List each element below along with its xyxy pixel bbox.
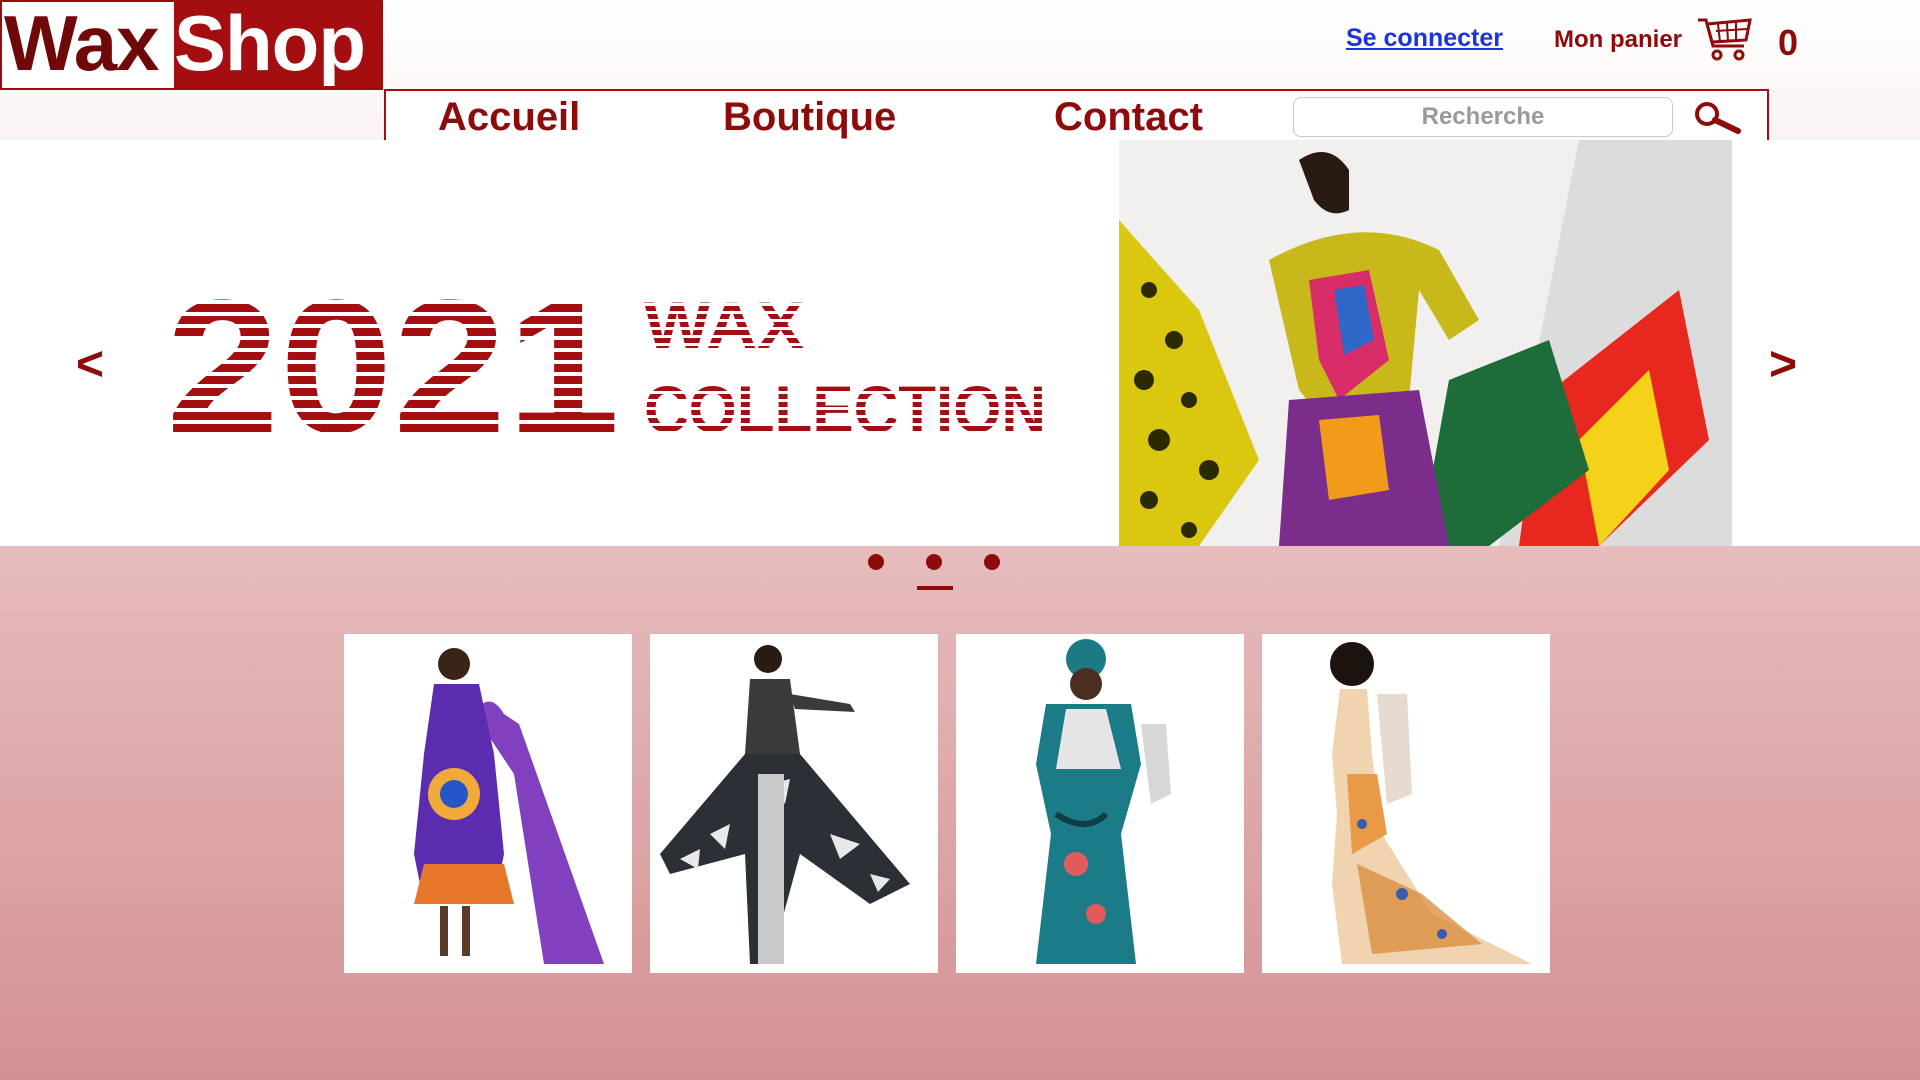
hero-year: 2021	[166, 292, 620, 434]
carousel-prev-button[interactable]: <	[76, 340, 104, 390]
nav-accueil[interactable]: Accueil	[438, 95, 580, 139]
product-card-1[interactable]	[344, 634, 632, 973]
logo-text-shop: Shop	[174, 2, 381, 88]
product-card-2[interactable]	[650, 634, 938, 973]
purple-wax-dress-photo	[344, 634, 632, 973]
svg-text:WAX: WAX	[644, 290, 804, 362]
shopping-cart-icon[interactable]	[1696, 14, 1754, 62]
active-slide-indicator	[917, 586, 953, 590]
brand-logo[interactable]: Wax Shop	[0, 0, 383, 90]
fashion-model-photo	[1119, 140, 1732, 546]
teal-wax-dress-photo	[956, 634, 1244, 973]
orange-mermaid-gown-photo	[1262, 634, 1550, 973]
nav-boutique[interactable]: Boutique	[723, 95, 896, 139]
search-icon[interactable]	[1692, 101, 1742, 135]
login-link[interactable]: Se connecter	[1346, 24, 1503, 53]
carousel-dot-1[interactable]	[868, 554, 884, 570]
product-card-4[interactable]	[1262, 634, 1550, 973]
carousel-dot-2[interactable]	[926, 554, 942, 570]
carousel-indicators	[860, 554, 1000, 594]
product-card-3[interactable]	[956, 634, 1244, 973]
carousel-dot-3[interactable]	[984, 554, 1000, 570]
cart-label[interactable]: Mon panier	[1554, 26, 1682, 54]
logo-text-wax: Wax	[4, 0, 160, 87]
carousel-next-button[interactable]: >	[1769, 340, 1797, 390]
svg-text:2021: 2021	[166, 292, 620, 434]
hero-banner: < > 2021 WAX COLLECTION	[0, 140, 1920, 546]
cart-count: 0	[1778, 22, 1799, 63]
black-white-wax-gown-photo	[650, 634, 938, 973]
main-navbar: Accueil Boutique Contact	[384, 89, 1769, 140]
nav-contact[interactable]: Contact	[1054, 95, 1203, 139]
search-input[interactable]	[1293, 97, 1673, 137]
site-header: Wax Shop Se connecter Mon panier 0 Accue…	[0, 0, 1920, 140]
hero-collection-title: WAX COLLECTION	[644, 290, 1046, 440]
svg-text:COLLECTION: COLLECTION	[644, 372, 1046, 440]
